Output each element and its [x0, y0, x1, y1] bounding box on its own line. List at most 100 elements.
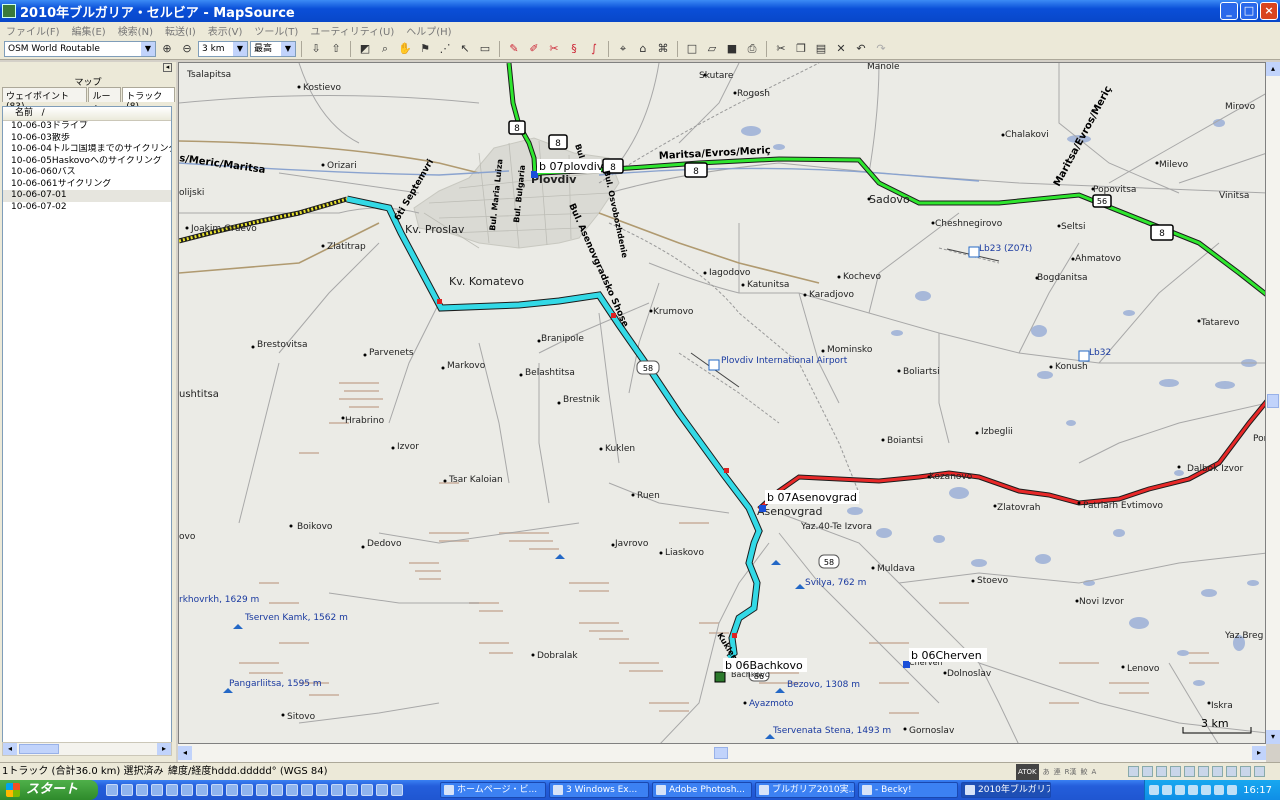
- list-item[interactable]: 10-06-061サイクリング: [3, 179, 171, 191]
- delete-icon[interactable]: ✕: [832, 40, 850, 58]
- tray-icon[interactable]: [1227, 785, 1237, 795]
- scroll-left-icon[interactable]: ◂: [178, 746, 192, 760]
- task-button[interactable]: ホームページ・ビ...: [440, 782, 546, 798]
- quick-launch-icon[interactable]: [301, 784, 313, 796]
- scroll-down-icon[interactable]: ▾: [1266, 730, 1280, 744]
- quick-launch-icon[interactable]: [271, 784, 283, 796]
- task-button[interactable]: Adobe Photosh...: [652, 782, 752, 798]
- print-icon[interactable]: ⎙: [743, 40, 761, 58]
- filter-track-icon[interactable]: ∫: [585, 40, 603, 58]
- list-item[interactable]: 10-06-060バス: [3, 167, 171, 179]
- list-horizontal-scrollbar[interactable]: ◂ ▸: [2, 742, 172, 756]
- eraser-tool-icon[interactable]: ✐: [525, 40, 543, 58]
- scroll-right-icon[interactable]: ▸: [1252, 746, 1266, 760]
- zoom-out-icon[interactable]: ⊖: [178, 40, 196, 58]
- quick-launch-icon[interactable]: [196, 784, 208, 796]
- find-address-icon[interactable]: ⌘: [654, 40, 672, 58]
- tray-icon[interactable]: [1162, 785, 1172, 795]
- column-header-name[interactable]: 名前 /: [3, 107, 171, 121]
- scroll-left-icon[interactable]: ◂: [3, 743, 17, 755]
- track-list[interactable]: 名前 / 10-06-03ドライブ 10-06-03散歩 10-06-04トルコ…: [2, 106, 172, 755]
- list-item[interactable]: 10-06-03ドライブ: [3, 121, 171, 133]
- detail-level-select[interactable]: 最高 ▼: [250, 40, 296, 57]
- new-file-icon[interactable]: □: [683, 40, 701, 58]
- redo-icon[interactable]: ↷: [872, 40, 890, 58]
- menu-transfer[interactable]: 転送(I): [159, 23, 202, 38]
- menu-view[interactable]: 表示(V): [202, 23, 249, 38]
- menu-tools[interactable]: ツール(T): [248, 23, 304, 38]
- quick-launch-icon[interactable]: [331, 784, 343, 796]
- tab-routes[interactable]: ルート: [88, 87, 122, 115]
- maximize-button[interactable]: □: [1240, 2, 1258, 20]
- scroll-up-icon[interactable]: ▴: [1266, 62, 1280, 76]
- map-product-select[interactable]: OSM World Routable ▼: [4, 40, 156, 57]
- find-icon[interactable]: ⌖: [614, 40, 632, 58]
- ime-tool-icon[interactable]: [1212, 766, 1223, 777]
- menu-utilities[interactable]: ユーティリティ(U): [304, 23, 400, 38]
- close-button[interactable]: ×: [1260, 2, 1278, 20]
- send-to-device-icon[interactable]: ⇧: [327, 40, 345, 58]
- menu-file[interactable]: ファイル(F): [0, 23, 66, 38]
- quick-launch-icon[interactable]: [256, 784, 268, 796]
- ime-tool-icon[interactable]: [1198, 766, 1209, 777]
- scroll-thumb[interactable]: [714, 747, 728, 759]
- quick-launch-icon[interactable]: [211, 784, 223, 796]
- quick-launch-icon[interactable]: [181, 784, 193, 796]
- scroll-thumb[interactable]: [19, 744, 59, 754]
- open-file-icon[interactable]: ▱: [703, 40, 721, 58]
- quick-launch-icon[interactable]: [136, 784, 148, 796]
- ime-tool-icon[interactable]: [1254, 766, 1265, 777]
- quick-launch-icon[interactable]: [121, 784, 133, 796]
- map-horizontal-scrollbar[interactable]: ◂ ▸: [178, 744, 1266, 762]
- map-view[interactable]: 8 8 8 8 56 8 58 58 86 Maritsa/Evros/Meri…: [178, 62, 1266, 744]
- quick-launch-icon[interactable]: [166, 784, 178, 796]
- tray-icon[interactable]: [1149, 785, 1159, 795]
- task-button[interactable]: - Becky!: [858, 782, 958, 798]
- quick-launch-icon[interactable]: [241, 784, 253, 796]
- task-button[interactable]: ブルガリア2010実...: [755, 782, 855, 798]
- ime-tool-icon[interactable]: [1128, 766, 1139, 777]
- start-button[interactable]: スタート: [0, 780, 98, 800]
- map-canvas[interactable]: 8 8 8 8 56 8 58 58 86 Maritsa/Evros/Meri…: [179, 63, 1266, 744]
- quick-launch-icon[interactable]: [376, 784, 388, 796]
- list-item-selected[interactable]: 10-06-07-01: [3, 190, 171, 202]
- ime-tool-icon[interactable]: [1142, 766, 1153, 777]
- map-tool-icon[interactable]: ◩: [356, 40, 374, 58]
- quick-launch-icon[interactable]: [151, 784, 163, 796]
- scroll-thumb[interactable]: [1267, 394, 1279, 408]
- list-item[interactable]: 10-06-03散歩: [3, 133, 171, 145]
- list-item[interactable]: 10-06-05Haskovoへのサイクリング: [3, 156, 171, 168]
- distance-tool-icon[interactable]: ▭: [476, 40, 494, 58]
- map-vertical-scrollbar[interactable]: ▴ ▾: [1266, 62, 1280, 744]
- copy-icon[interactable]: ❐: [792, 40, 810, 58]
- ime-bar[interactable]: ATOK あ 連 R漢 鮫 A: [1016, 763, 1096, 781]
- tray-icon[interactable]: [1175, 785, 1185, 795]
- quick-launch-icon[interactable]: [316, 784, 328, 796]
- find-nearest-icon[interactable]: ⌂: [634, 40, 652, 58]
- undo-icon[interactable]: ↶: [852, 40, 870, 58]
- tray-icon[interactable]: [1188, 785, 1198, 795]
- task-button[interactable]: 3 Windows Ex...: [549, 782, 649, 798]
- waypoint-tool-icon[interactable]: ⚑: [416, 40, 434, 58]
- divide-track-icon[interactable]: ✂: [545, 40, 563, 58]
- hand-tool-icon[interactable]: ✋: [396, 40, 414, 58]
- save-file-icon[interactable]: ■: [723, 40, 741, 58]
- quick-launch-icon[interactable]: [106, 784, 118, 796]
- menu-find[interactable]: 検索(N): [112, 23, 159, 38]
- cut-icon[interactable]: ✂: [772, 40, 790, 58]
- minimize-button[interactable]: _: [1220, 2, 1238, 20]
- clock[interactable]: 16:17: [1243, 785, 1272, 796]
- panel-close-icon[interactable]: ◂: [163, 63, 172, 72]
- tray-icon[interactable]: [1214, 785, 1224, 795]
- list-item[interactable]: 10-06-04トルコ国境までのサイクリング: [3, 144, 171, 156]
- zoom-in-icon[interactable]: ⊕: [158, 40, 176, 58]
- task-button-active[interactable]: 2010年ブルガリア...: [961, 782, 1051, 798]
- quick-launch-icon[interactable]: [346, 784, 358, 796]
- ime-tool-icon[interactable]: [1170, 766, 1181, 777]
- quick-launch-icon[interactable]: [286, 784, 298, 796]
- quick-launch-icon[interactable]: [361, 784, 373, 796]
- track-tool-icon[interactable]: ✎: [505, 40, 523, 58]
- zoom-scale-select[interactable]: 3 km ▼: [198, 40, 248, 57]
- quick-launch-icon[interactable]: [226, 784, 238, 796]
- route-tool-icon[interactable]: ⋰: [436, 40, 454, 58]
